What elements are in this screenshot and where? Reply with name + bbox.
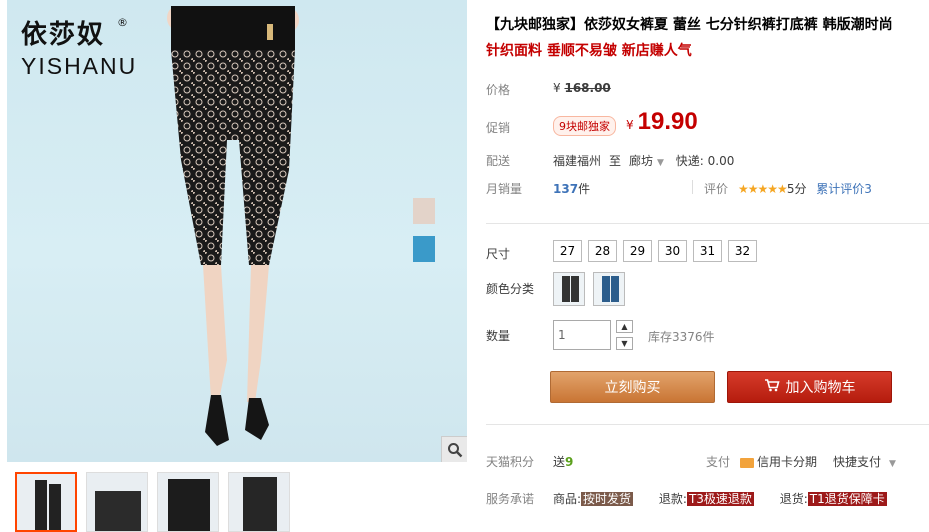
quantity-increase-button[interactable]: ▲ bbox=[616, 320, 633, 333]
divider bbox=[486, 424, 929, 425]
promo-label: 促销 bbox=[486, 121, 511, 135]
color-label: 颜色分类 bbox=[486, 282, 535, 296]
quick-pay-link[interactable]: 快捷支付 bbox=[833, 455, 881, 469]
service-label: 服务承诺 bbox=[486, 492, 535, 506]
divider bbox=[692, 180, 693, 194]
product-subtitle: 针织面料 垂顺不易皱 新店赚人气 bbox=[486, 43, 692, 59]
registered-mark: ® bbox=[117, 16, 128, 29]
color-swatch-blue[interactable] bbox=[413, 236, 435, 262]
size-option-30[interactable]: 30 bbox=[658, 240, 687, 262]
points-number: 9 bbox=[565, 455, 574, 469]
rating-label: 评价 bbox=[704, 182, 729, 196]
divider bbox=[486, 223, 929, 224]
size-option-29[interactable]: 29 bbox=[623, 240, 652, 262]
return-tag: T1退货保障卡 bbox=[807, 492, 887, 506]
tmall-points-label: 天猫积分 bbox=[486, 455, 535, 469]
cart-icon bbox=[764, 372, 780, 404]
express-fee: 快递: 0.00 bbox=[675, 154, 735, 168]
service-promise: 服务承诺 商品: 按时发货 退款: T3极速退款 退货: T1退货保障卡 bbox=[486, 490, 887, 507]
promo-price-value: 19.90 bbox=[637, 108, 698, 135]
shipping-info: 福建福州至廊坊 ▼ 快递: 0.00 bbox=[553, 152, 734, 169]
chevron-down-icon[interactable]: ▼ bbox=[657, 158, 664, 168]
goods-label: 商品: bbox=[553, 492, 582, 506]
product-title: 【九块邮独家】依莎奴女裤夏 蕾丝 七分针织裤打底裤 韩版潮时尚 bbox=[486, 17, 893, 33]
size-options: 27 28 29 30 31 32 bbox=[553, 240, 757, 262]
color-options bbox=[553, 272, 625, 306]
color-swatch-beige[interactable] bbox=[413, 198, 435, 224]
main-product-image[interactable]: 依莎奴 ® YISHANU bbox=[7, 0, 467, 462]
quantity-decrease-button[interactable]: ▼ bbox=[616, 337, 633, 350]
chevron-down-icon[interactable]: ▼ bbox=[889, 459, 896, 469]
promo-badge: 9块邮独家 bbox=[553, 116, 616, 136]
quantity-label: 数量 bbox=[486, 329, 511, 343]
brand-logo: 依莎奴 ® YISHANU bbox=[21, 14, 137, 80]
quantity-input[interactable]: 1 bbox=[553, 320, 611, 350]
magnifier-icon bbox=[447, 442, 462, 457]
thumbnail-2[interactable] bbox=[86, 472, 148, 532]
ship-to-word: 至 bbox=[609, 154, 622, 168]
buy-now-button[interactable]: 立刻购买 bbox=[550, 371, 715, 403]
size-option-32[interactable]: 32 bbox=[728, 240, 757, 262]
color-option-blue-lace[interactable] bbox=[593, 272, 625, 306]
return-label: 退货: bbox=[779, 492, 808, 506]
sales-label: 月销量 bbox=[486, 182, 523, 196]
payment-label: 支付 bbox=[706, 455, 731, 469]
credit-card-icon bbox=[740, 457, 755, 468]
add-to-cart-label: 加入购物车 bbox=[785, 380, 856, 396]
thumbnail-1[interactable] bbox=[15, 472, 77, 532]
points-send-word: 送 bbox=[553, 455, 566, 469]
price-label: 价格 bbox=[486, 83, 511, 97]
original-price-value: 168.00 bbox=[564, 81, 611, 95]
payment-info: 支付 信用卡分期 快捷支付 ▼ bbox=[706, 453, 896, 470]
ship-from: 福建福州 bbox=[553, 154, 602, 168]
sales-unit: 件 bbox=[578, 182, 591, 196]
tmall-points: 天猫积分 送9 bbox=[486, 453, 573, 470]
refund-label: 退款: bbox=[658, 492, 687, 506]
goods-tag: 按时发货 bbox=[581, 492, 634, 506]
thumbnail-strip bbox=[15, 472, 290, 532]
promo-currency: ¥ bbox=[626, 118, 634, 132]
shipping-label: 配送 bbox=[486, 154, 511, 168]
add-to-cart-button[interactable]: 加入购物车 bbox=[727, 371, 892, 403]
service-items: 商品: 按时发货 退款: T3极速退款 退货: T1退货保障卡 bbox=[553, 490, 909, 507]
color-option-black-lace[interactable] bbox=[553, 272, 585, 306]
service-goods[interactable]: 商品: 按时发货 bbox=[553, 492, 634, 506]
rating-score: 5分 bbox=[786, 182, 807, 196]
sales-count: 137 bbox=[553, 182, 579, 196]
stock-info: 库存3376件 bbox=[648, 330, 715, 344]
refund-tag: T3极速退款 bbox=[686, 492, 754, 506]
model-legs-image bbox=[167, 6, 299, 446]
original-price: ¥ 168.00 bbox=[553, 81, 611, 95]
cumulative-count: 3 bbox=[864, 182, 872, 196]
promo-price: ¥19.90 bbox=[626, 108, 698, 136]
credit-installment-link[interactable]: 信用卡分期 bbox=[757, 455, 817, 469]
monthly-sales: 137件 bbox=[553, 180, 590, 197]
thumbnail-3[interactable] bbox=[157, 472, 219, 532]
currency-symbol: ¥ bbox=[553, 81, 561, 95]
ship-destination-select[interactable]: 廊坊 bbox=[629, 154, 653, 168]
rating-info: 评价 ★★★★★5分 累计评价3 bbox=[704, 180, 872, 197]
size-label: 尺寸 bbox=[486, 247, 511, 261]
cumulative-label: 累计评价 bbox=[816, 182, 865, 196]
size-option-28[interactable]: 28 bbox=[588, 240, 617, 262]
zoom-button[interactable] bbox=[441, 436, 467, 462]
star-rating-icon: ★★★★★ bbox=[738, 182, 788, 196]
cumulative-reviews-link[interactable]: 累计评价3 bbox=[816, 182, 872, 196]
size-option-27[interactable]: 27 bbox=[553, 240, 582, 262]
service-refund[interactable]: 退款: T3极速退款 bbox=[659, 492, 754, 506]
tmall-points-value: 送9 bbox=[553, 453, 573, 470]
service-return[interactable]: 退货: T1退货保障卡 bbox=[780, 492, 887, 506]
brand-name-en: YISHANU bbox=[21, 53, 138, 79]
thumbnail-4[interactable] bbox=[228, 472, 290, 532]
size-option-31[interactable]: 31 bbox=[693, 240, 722, 262]
